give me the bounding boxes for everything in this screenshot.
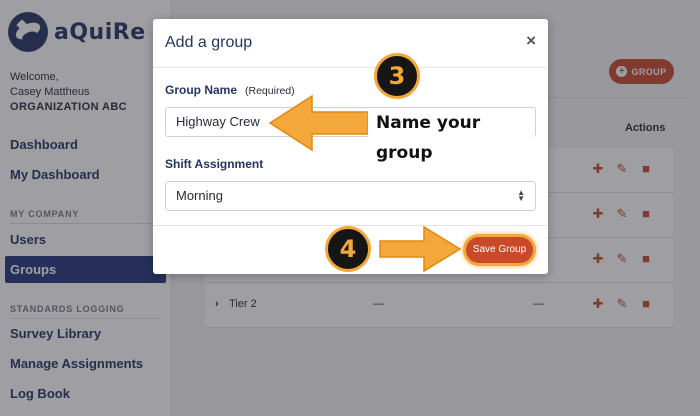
step-3-instruction: Name your group [368,108,534,163]
modal-title: Add a group [165,34,253,51]
shift-assignment-select[interactable]: Morning ▲ ▼ [165,181,536,211]
step-4-badge: 4 [325,226,371,272]
modal-header: Add a group × [153,19,548,68]
group-name-label-text: Group Name [165,83,238,97]
step-3-badge: 3 [374,53,420,99]
save-group-button[interactable]: Save Group [466,237,533,263]
shift-selected-value: Morning [176,188,223,203]
close-icon[interactable]: × [526,31,536,51]
shift-assignment-label: Shift Assignment [165,157,264,171]
select-caret-icon: ▲ ▼ [517,188,525,203]
arrow-left-icon [268,94,369,152]
arrow-right-icon [379,225,462,273]
